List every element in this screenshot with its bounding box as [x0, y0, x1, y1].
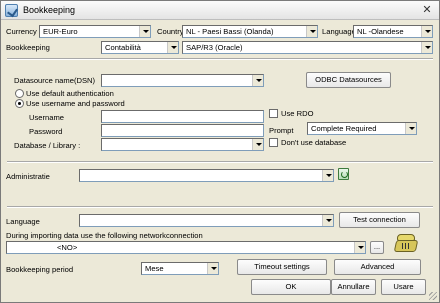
separator: [7, 58, 433, 60]
test-connection-button[interactable]: Test connection: [339, 212, 420, 228]
database-select[interactable]: [101, 138, 264, 151]
chevron-down-icon[interactable]: [421, 26, 432, 37]
currency-label: Currency: [6, 27, 37, 36]
chevron-down-icon[interactable]: [252, 139, 263, 150]
separator: [7, 161, 433, 163]
dsn-select[interactable]: [101, 74, 264, 87]
language-value: NL -Olandese: [357, 27, 404, 36]
prompt-value: Complete Required: [311, 124, 377, 133]
title-bar[interactable]: Bookkeeping ✕: [1, 1, 439, 20]
keypad-shape: [402, 243, 410, 249]
ok-button[interactable]: OK: [251, 279, 331, 295]
app-icon: [5, 4, 18, 17]
password-input[interactable]: [101, 124, 264, 137]
language-select[interactable]: NL -Olandese: [353, 25, 433, 38]
chevron-down-icon[interactable]: [354, 242, 365, 253]
odbc-datasources-button[interactable]: ODBC Datasources: [306, 72, 391, 88]
period-select[interactable]: Mese: [141, 262, 219, 275]
administratie-label: Administratie: [6, 172, 50, 181]
currency-select[interactable]: EUR-Euro: [39, 25, 151, 38]
advanced-button[interactable]: Advanced: [334, 259, 421, 275]
bookkeeping-system-value: SAP/R3 (Oracle): [186, 43, 243, 52]
browse-network-button[interactable]: ...: [370, 241, 384, 254]
dont-use-database-checkbox[interactable]: [269, 138, 278, 147]
resize-grip[interactable]: [429, 292, 437, 300]
administratie-select[interactable]: [79, 169, 334, 182]
dont-use-database-label[interactable]: Don't use database: [281, 137, 346, 148]
network-label: During importing data use the following …: [6, 231, 203, 240]
password-label: Password: [29, 127, 63, 136]
use-rdo-label[interactable]: Use RDO: [281, 108, 314, 119]
chevron-down-icon[interactable]: [167, 42, 178, 53]
chevron-down-icon[interactable]: [252, 75, 263, 86]
chevron-down-icon[interactable]: [322, 170, 333, 181]
cancel-button[interactable]: Annullare: [331, 279, 376, 295]
country-label: Country: [157, 27, 184, 36]
network-select[interactable]: <NO>: [6, 241, 366, 254]
database-label: Database / Library :: [14, 141, 81, 150]
chevron-down-icon[interactable]: [322, 215, 333, 226]
auth-userpass-radio[interactable]: [15, 99, 24, 108]
chevron-down-icon[interactable]: [139, 26, 150, 37]
bookkeeping-system-select[interactable]: SAP/R3 (Oracle): [182, 41, 433, 54]
bookkeeping-type-select[interactable]: Contabilità: [101, 41, 179, 54]
chevron-down-icon[interactable]: [405, 123, 416, 134]
network-value: <NO>: [57, 243, 78, 252]
refresh-icon[interactable]: [338, 168, 349, 180]
username-label: Username: [29, 113, 65, 122]
prompt-label: Prompt: [269, 126, 294, 135]
language-section-label: Language: [6, 217, 40, 226]
chevron-down-icon[interactable]: [306, 26, 317, 37]
separator: [7, 206, 433, 208]
dsn-label: Datasource name(DSN): [14, 76, 96, 85]
auth-userpass-label[interactable]: Use username and password: [26, 98, 125, 109]
country-value: NL - Paesi Bassi (Olanda): [186, 27, 274, 36]
bookkeeping-type-value: Contabilità: [105, 43, 141, 52]
window-title: Bookkeeping: [23, 5, 76, 15]
prompt-select[interactable]: Complete Required: [307, 122, 417, 135]
country-select[interactable]: NL - Paesi Bassi (Olanda): [182, 25, 318, 38]
currency-value: EUR-Euro: [43, 27, 78, 36]
timeout-settings-button[interactable]: Timeout settings: [237, 259, 327, 275]
use-rdo-checkbox[interactable]: [269, 109, 278, 118]
language-section-select[interactable]: [79, 214, 334, 227]
language-label: Language: [322, 27, 356, 36]
bookkeeping-label: Bookkeeping: [6, 43, 50, 52]
use-button[interactable]: Usare: [381, 279, 426, 295]
period-value: Mese: [145, 264, 164, 273]
bookkeeping-window: Bookkeeping ✕ Currency EUR-Euro Country …: [0, 0, 440, 303]
username-input[interactable]: [101, 110, 264, 123]
period-label: Bookkeeping period: [6, 265, 74, 274]
phone-icon: [393, 229, 419, 255]
chevron-down-icon[interactable]: [207, 263, 218, 274]
close-button[interactable]: ✕: [419, 4, 435, 17]
chevron-down-icon[interactable]: [421, 42, 432, 53]
auth-default-radio[interactable]: [15, 89, 24, 98]
